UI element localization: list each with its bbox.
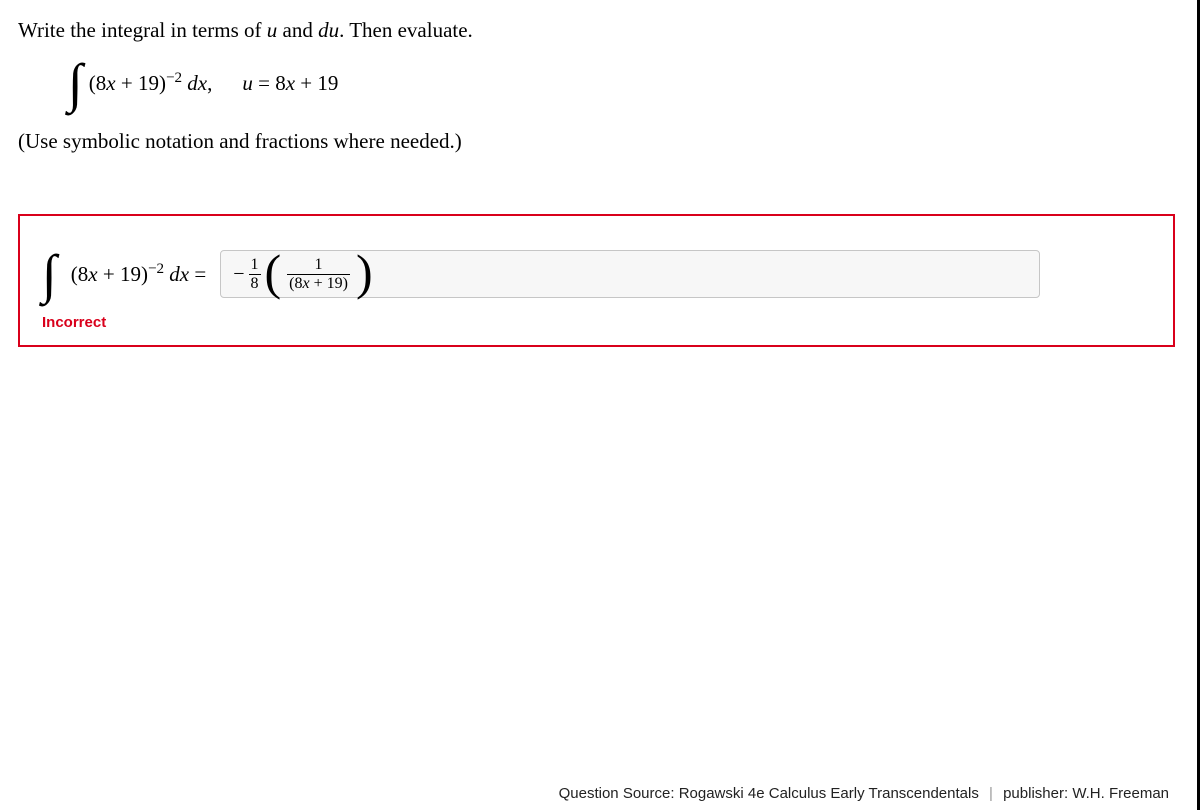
sub-x: x (286, 71, 295, 95)
publisher-label: publisher: (1003, 785, 1072, 802)
inner-den-post: + 19) (310, 275, 348, 292)
feedback-label: Incorrect (42, 314, 1151, 331)
lhs-exp: −2 (148, 261, 164, 277)
lhs-base: (8 (71, 262, 89, 286)
source-label: Question Source: (559, 785, 679, 802)
integrand-after: + 19) (116, 71, 166, 95)
answer-lhs: (8x + 19)−2 dx = (71, 261, 206, 287)
lhs-d: d (169, 262, 180, 286)
inner-den: (8x + 19) (287, 274, 350, 292)
answer-frame: ∫ (8x + 19)−2 dx = − 1 8 ( 1 (8x + 19) (18, 214, 1175, 347)
prompt-u: u (267, 18, 278, 42)
question-page: Write the integral in terms of u and du.… (0, 0, 1200, 810)
integrand-d: d (187, 71, 198, 95)
coefficient-fraction: 1 8 (249, 257, 261, 292)
prompt-pre: Write the integral in terms of (18, 18, 267, 42)
sub-u: u (242, 71, 253, 95)
answer-row: ∫ (8x + 19)−2 dx = − 1 8 ( 1 (8x + 19) (42, 250, 1151, 298)
integrand-base: (8 (89, 71, 107, 95)
inner-fraction: 1 (8x + 19) (287, 257, 350, 292)
lhs-eq: = (189, 262, 206, 286)
integrand-exp: −2 (166, 70, 182, 86)
substitution: u = 8x + 19 (242, 71, 338, 96)
sub-tail: + 19 (295, 71, 338, 95)
answer-input[interactable]: − 1 8 ( 1 (8x + 19) ) (220, 250, 1040, 298)
integral-expression: ∫ (8x + 19)−2 dx, u = 8x + 19 (68, 67, 1175, 99)
integral-sign-icon: ∫ (42, 258, 57, 290)
close-paren-icon: ) (356, 260, 373, 285)
lhs-dx-x: x (180, 262, 189, 286)
prompt-and: and (277, 18, 318, 42)
sub-eq: = 8 (253, 71, 286, 95)
prompt-du: du (318, 18, 339, 42)
publisher-value: W.H. Freeman (1072, 785, 1169, 802)
integrand-dx-x: x (198, 71, 207, 95)
inner-den-pre: (8 (289, 275, 302, 292)
integral-sign-icon: ∫ (68, 67, 83, 99)
coef-den: 8 (249, 274, 261, 292)
coef-num: 1 (249, 257, 261, 274)
footer-attribution: Question Source: Rogawski 4e Calculus Ea… (559, 785, 1169, 802)
separator: | (989, 785, 993, 802)
lhs-after: + 19) (98, 262, 148, 286)
open-paren-icon: ( (265, 260, 282, 285)
minus-sign: − (233, 263, 244, 286)
inner-den-x: x (302, 275, 309, 292)
prompt-post: . Then evaluate. (339, 18, 473, 42)
instruction-note: (Use symbolic notation and fractions whe… (18, 129, 1175, 154)
integrand-x: x (106, 71, 115, 95)
integrand: (8x + 19)−2 dx, (89, 70, 213, 96)
comma: , (207, 71, 212, 95)
source-value: Rogawski 4e Calculus Early Transcendenta… (679, 785, 979, 802)
inner-num: 1 (313, 257, 325, 274)
lhs-x: x (88, 262, 97, 286)
question-prompt: Write the integral in terms of u and du.… (18, 18, 1175, 43)
